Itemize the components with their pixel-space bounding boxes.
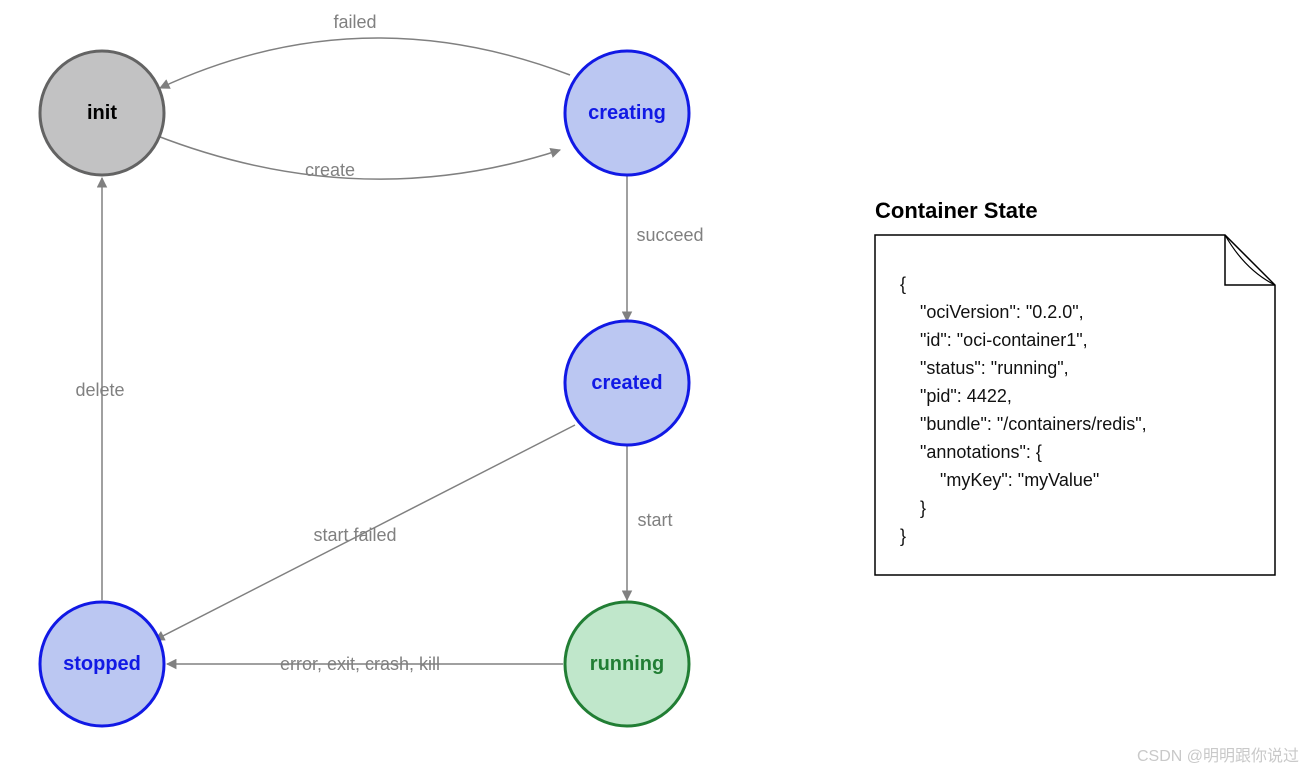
code-line-9: }: [900, 526, 906, 546]
code-line-0: {: [900, 274, 906, 294]
node-running: running: [565, 602, 689, 726]
code-line-6: "annotations": {: [900, 442, 1042, 462]
edge-label-failed: failed: [333, 12, 376, 32]
state-diagram: create failed succeed start start failed…: [0, 0, 1311, 774]
edge-label-create: create: [305, 160, 355, 180]
node-stopped-label: stopped: [63, 653, 141, 675]
edge-label-succeed: succeed: [636, 225, 703, 245]
edge-label-delete: delete: [75, 380, 124, 400]
code-line-5: "bundle": "/containers/redis",: [900, 414, 1147, 434]
code-line-4: "pid": 4422,: [900, 386, 1012, 406]
watermark: CSDN @明明跟你说过: [1137, 742, 1299, 766]
edge-label-start-failed: start failed: [313, 525, 396, 545]
node-stopped: stopped: [40, 602, 164, 726]
edge-create: [155, 135, 560, 179]
node-created: created: [565, 321, 689, 445]
edge-label-start: start: [637, 510, 672, 530]
node-created-label: created: [591, 372, 662, 394]
node-init: init: [40, 51, 164, 175]
node-init-label: init: [87, 102, 117, 124]
node-creating: creating: [565, 51, 689, 175]
code-line-2: "id": "oci-container1",: [900, 330, 1088, 350]
node-creating-label: creating: [588, 102, 666, 124]
node-running-label: running: [590, 653, 664, 675]
code-line-7: "myKey": "myValue": [900, 470, 1099, 490]
code-line-1: "ociVersion": "0.2.0",: [900, 302, 1084, 322]
panel-title: Container State: [875, 198, 1038, 223]
edge-label-error-exit: error, exit, crash, kill: [280, 654, 440, 674]
code-line-3: "status": "running",: [900, 358, 1069, 378]
edge-failed: [160, 38, 570, 88]
code-line-8: }: [900, 498, 926, 518]
